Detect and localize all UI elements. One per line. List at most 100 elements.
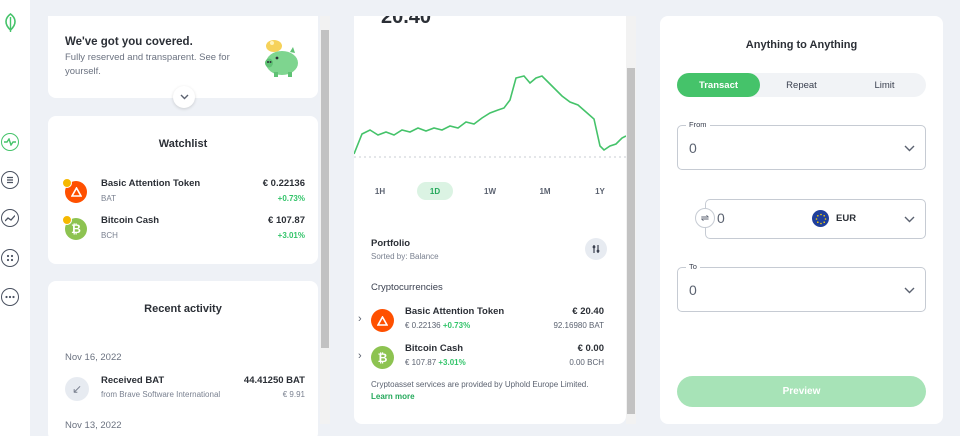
bch-coin-icon: ₿	[62, 215, 87, 240]
activity-title: Received BAT	[101, 375, 165, 386]
chevron-down-icon	[180, 94, 188, 100]
middle-scrollbar[interactable]	[626, 16, 636, 424]
portfolio-value: 20.40	[381, 16, 432, 28]
footer-note: Cryptoasset services are provided by Uph…	[371, 379, 601, 403]
portfolio-card: 20.40 1H 1D 1W 1M 1Y Portfolio Sorted by…	[354, 16, 626, 424]
activity-item[interactable]: ↙ Received BAT from Brave Software Inter…	[65, 375, 305, 405]
scrollbar-thumb[interactable]	[627, 68, 635, 414]
portfolio-asset-name: Basic Attention Token	[405, 306, 505, 317]
dots-grid-icon[interactable]	[1, 249, 19, 267]
recent-activity-card: Recent activity Nov 16, 2022 ↙ Received …	[48, 281, 318, 436]
portfolio-asset-name: Bitcoin Cash	[405, 343, 464, 354]
portfolio-category: Cryptocurrencies	[371, 282, 443, 293]
range-selector: 1H 1D 1W 1M 1Y	[362, 182, 618, 202]
preview-button[interactable]: Preview	[677, 376, 926, 407]
portfolio-sort: Sorted by: Balance	[371, 252, 439, 261]
activity-icon[interactable]	[1, 133, 19, 151]
trade-tabs: Transact Repeat Limit	[677, 73, 926, 97]
chevron-right-icon: ›	[358, 313, 362, 325]
portfolio-asset-qty: 92.16980 BAT	[553, 321, 604, 330]
watchlist-symbol: BAT	[101, 194, 116, 203]
list-icon[interactable]	[1, 171, 19, 189]
asset-change: +3.01%	[438, 358, 466, 367]
tab-transact[interactable]: Transact	[677, 73, 760, 97]
piggy-bank-icon	[260, 36, 302, 85]
chevron-down-icon	[904, 145, 915, 152]
star-icon	[62, 215, 72, 225]
activity-date: Nov 13, 2022	[65, 420, 122, 431]
eur-flag-icon	[812, 210, 829, 227]
portfolio-asset-value: € 20.40	[572, 306, 604, 317]
from-value: 0	[689, 140, 697, 156]
range-1m[interactable]: 1M	[527, 182, 563, 200]
portfolio-chart[interactable]	[354, 66, 626, 176]
sort-button[interactable]	[585, 238, 607, 260]
learn-more-link[interactable]: Learn more	[371, 392, 415, 401]
watchlist-symbol: BCH	[101, 231, 118, 240]
trade-title: Anything to Anything	[745, 39, 858, 51]
portfolio-asset-qty: 0.00 BCH	[569, 358, 604, 367]
chart-icon[interactable]	[1, 209, 19, 227]
left-nav	[0, 0, 30, 436]
bat-coin-icon	[371, 309, 394, 332]
asset-price: € 107.87	[405, 358, 437, 367]
portfolio-row-bat[interactable]: › Basic Attention Token € 0.22136 +0.73%…	[358, 306, 610, 336]
asset-price: € 0.22136	[405, 321, 441, 330]
amount-value: 0	[717, 210, 725, 226]
promo-text: Fully reserved and transparent. See for …	[65, 52, 230, 77]
watchlist-name: Basic Attention Token	[101, 178, 201, 189]
to-label: To	[686, 262, 700, 271]
more-icon[interactable]	[1, 288, 19, 306]
bch-coin-icon: ₿	[371, 346, 394, 369]
left-scrollbar[interactable]	[320, 16, 330, 424]
expand-chevron-button[interactable]	[173, 86, 195, 108]
star-icon	[62, 178, 72, 188]
watchlist-change: +3.01%	[277, 231, 305, 240]
activity-source: from Brave Software International	[101, 390, 221, 399]
portfolio-asset-price: € 107.87 +3.01%	[405, 358, 466, 367]
range-1w[interactable]: 1W	[472, 182, 508, 200]
portfolio-asset-price: € 0.22136 +0.73%	[405, 321, 470, 330]
footer-text: Cryptoasset services are provided by Uph…	[371, 380, 589, 389]
portfolio-row-bch[interactable]: › ₿ Bitcoin Cash € 107.87 +3.01% € 0.00 …	[358, 343, 610, 373]
chevron-down-icon	[904, 287, 915, 294]
activity-date: Nov 16, 2022	[65, 352, 122, 363]
asset-change: +0.73%	[442, 321, 471, 330]
promo-title: We've got you covered.	[65, 36, 193, 48]
scrollbar-thumb[interactable]	[321, 30, 329, 348]
watchlist-row-bch[interactable]: ₿ Bitcoin Cash BCH € 107.87 +3.01%	[62, 215, 305, 245]
watchlist-price: € 0.22136	[262, 178, 305, 189]
watchlist-row-bat[interactable]: Basic Attention Token BAT € 0.22136 +0.7…	[62, 178, 305, 208]
to-select[interactable]: To 0	[677, 262, 926, 312]
portfolio-line	[354, 75, 626, 155]
from-label: From	[686, 120, 710, 129]
chevron-down-icon	[904, 216, 915, 223]
portfolio-asset-value: € 0.00	[577, 343, 604, 354]
swap-icon: ⇌	[700, 212, 710, 224]
tab-limit[interactable]: Limit	[843, 73, 926, 97]
received-arrow-icon: ↙	[65, 377, 89, 401]
chevron-right-icon: ›	[358, 350, 362, 362]
uphold-logo-icon[interactable]	[2, 12, 19, 34]
amount-field[interactable]: 0 EUR	[705, 199, 926, 239]
watchlist-card: Watchlist Basic Attention Token BAT € 0.…	[48, 116, 318, 264]
recent-title: Recent activity	[144, 303, 222, 315]
portfolio-title: Portfolio	[371, 238, 411, 249]
from-select[interactable]: From 0	[677, 120, 926, 170]
watchlist-name: Bitcoin Cash	[101, 215, 160, 226]
range-1h[interactable]: 1H	[362, 182, 398, 200]
activity-value: € 9.91	[282, 390, 305, 399]
tab-repeat[interactable]: Repeat	[760, 73, 843, 97]
range-1d[interactable]: 1D	[417, 182, 453, 200]
currency-code: EUR	[836, 213, 857, 224]
watchlist-price: € 107.87	[268, 215, 305, 226]
watchlist-title: Watchlist	[158, 138, 208, 150]
trade-card: Anything to Anything Transact Repeat Lim…	[660, 16, 943, 424]
sliders-icon	[592, 245, 600, 253]
to-value: 0	[689, 282, 697, 298]
range-1y[interactable]: 1Y	[582, 182, 618, 200]
promo-card[interactable]: We've got you covered. Fully reserved an…	[48, 16, 318, 108]
bat-coin-icon	[62, 178, 87, 203]
watchlist-change: +0.73%	[277, 194, 305, 203]
swap-button[interactable]: ⇌	[695, 208, 715, 228]
